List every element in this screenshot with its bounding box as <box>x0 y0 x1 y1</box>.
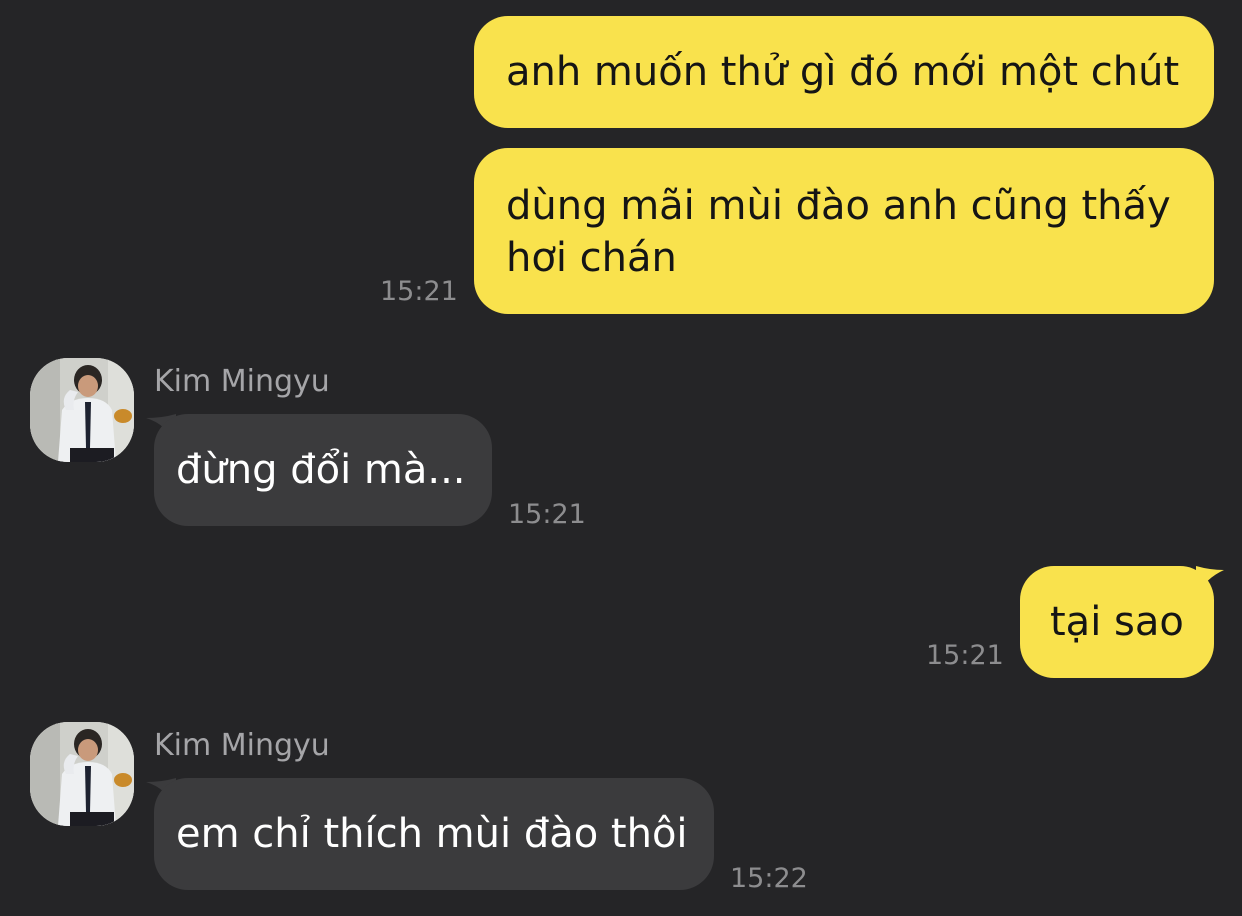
outgoing-message-bubble[interactable]: tại sao <box>1020 566 1214 678</box>
outgoing-message-bubble[interactable]: dùng mãi mùi đào anh cũng thấy hơi chán <box>474 148 1214 314</box>
message-text: đừng đổi mà... <box>176 447 466 493</box>
chat-message-list[interactable]: anh muốn thử gì đó mới một chút dùng mãi… <box>0 0 1242 916</box>
message-text-line: hơi chán <box>506 235 677 281</box>
message-timestamp: 15:21 <box>926 640 1004 671</box>
outgoing-bubble-tail-icon <box>1196 566 1224 596</box>
message-timestamp: 15:21 <box>508 499 586 530</box>
outgoing-message-bubble[interactable]: anh muốn thử gì đó mới một chút <box>474 16 1214 128</box>
incoming-message-bubble[interactable]: đừng đổi mà... <box>154 414 492 526</box>
sender-avatar[interactable] <box>30 722 134 826</box>
profile-photo-avatar-icon <box>30 722 134 826</box>
message-text: em chỉ thích mùi đào thôi <box>176 811 688 857</box>
incoming-message-bubble[interactable]: em chỉ thích mùi đào thôi <box>154 778 714 890</box>
message-timestamp: 15:22 <box>730 863 808 894</box>
profile-photo-avatar-icon <box>30 358 134 462</box>
message-text: tại sao <box>1050 599 1184 645</box>
sender-name: Kim Mingyu <box>154 728 330 763</box>
message-text-line: dùng mãi mùi đào anh cũng thấy <box>506 183 1171 229</box>
sender-name: Kim Mingyu <box>154 364 330 399</box>
message-text: anh muốn thử gì đó mới một chút <box>506 49 1180 95</box>
sender-avatar[interactable] <box>30 358 134 462</box>
message-timestamp: 15:21 <box>380 276 458 307</box>
